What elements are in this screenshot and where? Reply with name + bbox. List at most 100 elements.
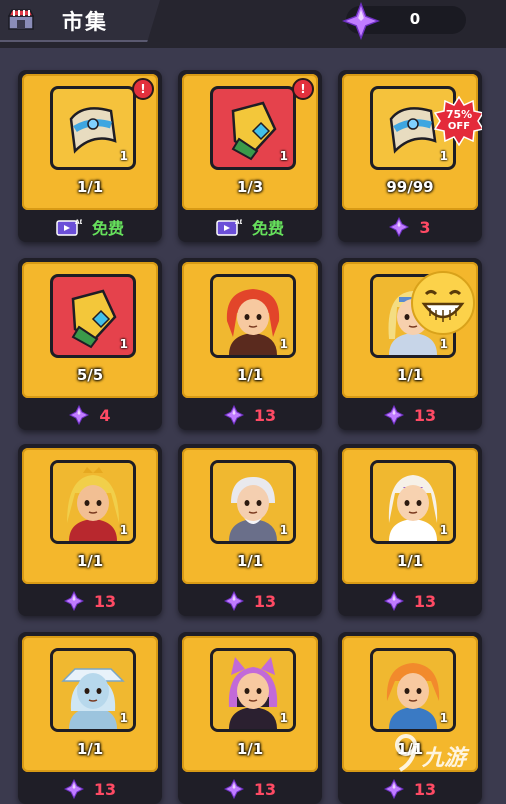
purchase-limit: 1/1 — [236, 740, 264, 758]
price-value: 3 — [419, 217, 431, 237]
item-quantity: 1 — [439, 711, 448, 725]
discount-percent: 75% — [445, 108, 473, 121]
gem-icon — [223, 405, 244, 425]
gem-icon — [69, 405, 90, 425]
item-quantity: 1 — [119, 337, 128, 351]
card-item-panel: 1 1/1 — [182, 448, 318, 584]
item-quantity: 1 — [439, 523, 448, 537]
price-button[interactable]: 13 — [18, 586, 162, 616]
shop-card[interactable]: 1 1/1 13 — [18, 444, 162, 616]
laughing-emoji-sticker — [411, 271, 475, 335]
shop-card[interactable]: 1 1/3! AD 免费 — [178, 70, 322, 242]
purchase-limit: 5/5 — [76, 366, 104, 384]
video-ad-icon: AD — [56, 219, 82, 236]
shop-card[interactable]: 1 99/99 75% OFF 3 — [338, 70, 482, 242]
item-scroll-icon: 1 — [50, 86, 136, 170]
price-button[interactable]: 4 — [18, 400, 162, 430]
shop-grid: 1 1/1! AD 免费 1 1/3! AD 免费 1 99/99 75%OFF 3 1 5/5 4 1 1/1… — [14, 64, 494, 804]
gem-icon — [383, 779, 404, 799]
shop-icon — [8, 9, 34, 30]
watermark-text: 九游 — [422, 746, 467, 771]
price-button[interactable]: AD 免费 — [178, 212, 322, 242]
item-quantity: 1 — [279, 523, 288, 537]
price-value: 13 — [93, 779, 117, 799]
item-hero-ice-mage-icon: 1 — [50, 648, 136, 732]
item-quantity: 1 — [439, 337, 448, 351]
gem-count: 0 — [409, 10, 421, 28]
shop-card[interactable]: 1 1/1 13 — [178, 632, 322, 804]
price-value: 13 — [413, 779, 437, 799]
item-hero-orange-archer-icon: 1 — [370, 648, 456, 732]
price-value: 13 — [93, 591, 117, 611]
shop-card[interactable]: 1 1/1 13 — [338, 444, 482, 616]
card-item-panel: 1 1/1 — [182, 262, 318, 398]
card-item-panel: 1 1/1 — [22, 448, 158, 584]
card-item-panel: 1 1/1 — [342, 448, 478, 584]
free-label: 免费 — [251, 219, 284, 238]
price-value: 13 — [253, 405, 277, 425]
card-item-panel: 1 1/3! — [182, 74, 318, 210]
watermark-logo-icon — [395, 734, 417, 772]
price-button[interactable]: 13 — [178, 586, 322, 616]
price-value: 4 — [99, 405, 111, 425]
item-gauntlet-icon: 1 — [210, 86, 296, 170]
svg-text:AD: AD — [75, 219, 82, 226]
discount-badge: 75% OFF — [433, 95, 482, 147]
price-button[interactable]: 13 — [338, 586, 482, 616]
top-bar: 市集 0 — [0, 0, 506, 48]
discount-label: OFF — [447, 121, 471, 132]
price-button[interactable]: AD 免费 — [18, 212, 162, 242]
shop-card[interactable]: 1 1/1 13 — [178, 258, 322, 430]
purchase-limit: 1/1 — [396, 366, 424, 384]
price-button[interactable]: 3 — [338, 212, 482, 242]
price-value: 13 — [413, 591, 437, 611]
video-ad-icon: AD — [216, 219, 242, 236]
gem-icon — [223, 779, 244, 799]
gem-icon — [223, 591, 244, 611]
item-quantity: 1 — [119, 523, 128, 537]
price-value: 13 — [413, 405, 437, 425]
item-hero-priestess-icon: 1 — [370, 460, 456, 544]
item-quantity: 1 — [119, 149, 128, 163]
watermark: 九游 — [392, 730, 502, 780]
item-hero-old-wizard-icon: 1 — [210, 460, 296, 544]
shop-card[interactable]: 1 1/1 13 — [18, 632, 162, 804]
item-quantity: 1 — [119, 711, 128, 725]
purchase-limit: 1/1 — [76, 552, 104, 570]
card-item-panel: 1 5/5 — [22, 262, 158, 398]
price-value: 13 — [253, 591, 277, 611]
gem-icon — [342, 2, 380, 40]
purchase-limit: 1/1 — [396, 552, 424, 570]
item-hero-red-hair-icon: 1 — [210, 274, 296, 358]
purchase-limit: 1/1 — [76, 740, 104, 758]
price-value: 13 — [253, 779, 277, 799]
shop-card[interactable]: 1 5/5 4 — [18, 258, 162, 430]
card-item-panel: 1 1/1! — [22, 74, 158, 210]
purchase-limit: 1/1 — [236, 552, 264, 570]
alert-badge: ! — [132, 78, 154, 100]
shop-card[interactable]: 1 1/1! AD 免费 — [18, 70, 162, 242]
price-button[interactable]: 13 — [178, 400, 322, 430]
gem-icon — [383, 405, 404, 425]
price-button[interactable]: 13 — [338, 400, 482, 430]
shop-card[interactable]: 1 1/1 13 — [178, 444, 322, 616]
page-title: 市集 — [62, 10, 108, 34]
item-hero-golden-king-icon: 1 — [50, 460, 136, 544]
gem-icon — [383, 591, 404, 611]
purchase-limit: 1/3 — [236, 178, 264, 196]
svg-text:AD: AD — [235, 219, 242, 226]
card-item-panel: 1 99/99 75% OFF — [342, 74, 482, 210]
purchase-limit: 1/1 — [76, 178, 104, 196]
item-quantity: 1 — [279, 337, 288, 351]
item-quantity: 1 — [279, 149, 288, 163]
card-item-panel: 1 1/1 — [22, 636, 158, 772]
alert-badge: ! — [292, 78, 314, 100]
item-quantity: 1 — [279, 711, 288, 725]
item-quantity: 1 — [439, 149, 448, 163]
card-item-panel: 1 1/1 — [182, 636, 318, 772]
item-hero-cat-ninja-icon: 1 — [210, 648, 296, 732]
free-label: 免费 — [91, 219, 124, 238]
purchase-limit: 99/99 — [386, 178, 434, 196]
gem-icon — [389, 217, 410, 237]
gem-icon — [63, 779, 84, 799]
